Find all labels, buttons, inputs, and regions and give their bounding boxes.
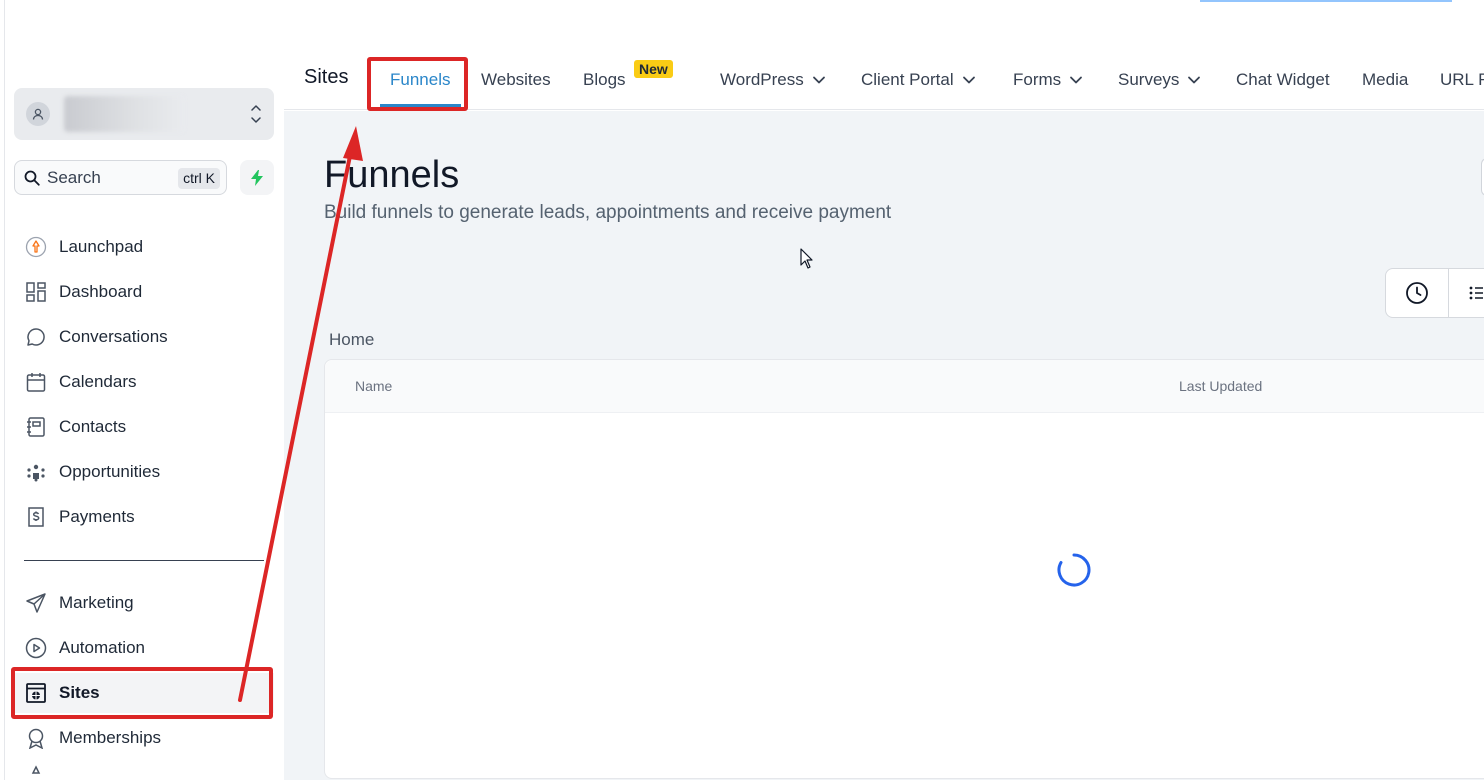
page-title: Funnels [324,154,460,196]
tab-websites[interactable]: Websites [481,70,551,90]
sidebar-edge [4,0,5,780]
tab-label: Media [1362,70,1409,89]
sidebar-item-label: Automation [59,638,145,657]
tab-client-portal[interactable]: Client Portal [861,70,976,90]
partial-icon [24,763,48,780]
sidebar-item-label: Contacts [59,417,127,436]
clock-icon [1405,282,1428,304]
list-view-button[interactable] [1449,269,1484,317]
main-content: Funnels Build funnels to generate leads,… [284,111,1484,780]
calendar-icon [24,370,48,394]
opportunities-icon [24,460,48,484]
chevron-down-icon [1188,76,1201,84]
column-header-name[interactable]: Name [355,378,392,394]
invoice-dollar-icon [24,505,48,529]
section-title: Sites [304,66,349,88]
tab-label: WordPress [720,70,804,89]
annotation-box-sites [11,667,273,719]
view-toggle [1385,268,1484,318]
mouse-cursor-icon [800,248,813,269]
sidebar-item-label: Launchpad [59,237,144,256]
tab-blogs[interactable]: Blogs [583,70,626,90]
search-icon [24,170,40,186]
sidebar-item-partial[interactable] [14,763,274,780]
badge-icon [24,726,48,750]
sidebar-item-label: Memberships [59,728,162,747]
list-icon [1469,286,1483,300]
sidebar-item-label: Marketing [59,593,134,612]
paper-plane-icon [24,591,48,615]
sidebar-item-label: Payments [59,507,135,526]
chevron-down-icon [812,76,825,84]
sidebar-divider [24,560,264,561]
funnels-table: Name Last Updated [324,359,1484,779]
play-circle-icon [24,636,48,660]
chevron-down-icon [1070,76,1083,84]
tab-label: Surveys [1118,70,1180,89]
sidebar-item-label: Dashboard [59,282,143,301]
sidebar-item-calendars[interactable]: Calendars [14,362,274,402]
breadcrumb[interactable]: Home [329,330,374,350]
top-strip [1200,0,1452,2]
sidebar-item-memberships[interactable]: Memberships [14,718,274,758]
dashboard-grid-icon [24,280,48,304]
tab-label: URL R [1440,70,1484,89]
tab-label: Websites [481,70,551,89]
rocket-icon [24,235,48,259]
tab-url-redirects[interactable]: URL R [1440,70,1484,90]
account-switcher[interactable] [14,88,274,140]
sidebar-item-dashboard[interactable]: Dashboard [14,272,274,312]
search-label: Search [47,167,101,187]
sidebar-item-launchpad[interactable]: Launchpad [14,227,274,267]
chevron-down-icon [962,76,975,84]
tab-label: Chat Widget [1236,70,1330,89]
tab-label: Blogs [583,70,626,89]
sidebar-item-conversations[interactable]: Conversations [14,317,274,357]
sidebar-item-contacts[interactable]: Contacts [14,407,274,447]
recent-view-button[interactable] [1386,269,1449,317]
user-icon [26,102,50,126]
new-badge: New [634,60,673,78]
page-subtitle: Build funnels to generate leads, appoint… [324,202,892,223]
sidebar-item-opportunities[interactable]: Opportunities [14,452,274,492]
loading-spinner-icon [1057,553,1091,587]
tab-surveys[interactable]: Surveys [1118,70,1201,90]
sidebar-item-marketing[interactable]: Marketing [14,583,274,623]
sidebar-item-label: Conversations [59,327,168,346]
account-name-blurred [64,96,184,132]
quick-action-button[interactable] [240,160,274,195]
tab-wordpress[interactable]: WordPress [720,70,826,90]
sidebar-item-label: Calendars [59,372,137,391]
search-shortcut: ctrl K [178,168,220,189]
sidebar: Search ctrl K Launchpad Dashboard Conver… [0,0,284,780]
tab-media[interactable]: Media [1362,70,1408,90]
annotation-box-funnels [367,57,468,111]
bolt-icon [251,169,263,186]
tab-label: Forms [1013,70,1062,89]
tab-chat-widget[interactable]: Chat Widget [1236,70,1330,90]
search-button[interactable]: Search ctrl K [14,160,227,195]
table-header: Name Last Updated [325,360,1484,413]
sidebar-item-payments[interactable]: Payments [14,497,274,537]
chevron-updown-icon[interactable] [250,101,262,127]
contact-book-icon [24,415,48,439]
sidebar-item-automation[interactable]: Automation [14,628,274,668]
column-header-last-updated[interactable]: Last Updated [1179,378,1262,394]
tab-label: Client Portal [861,70,954,89]
chat-bubble-icon [24,325,48,349]
tab-forms[interactable]: Forms [1013,70,1083,90]
sidebar-item-label: Opportunities [59,462,161,481]
